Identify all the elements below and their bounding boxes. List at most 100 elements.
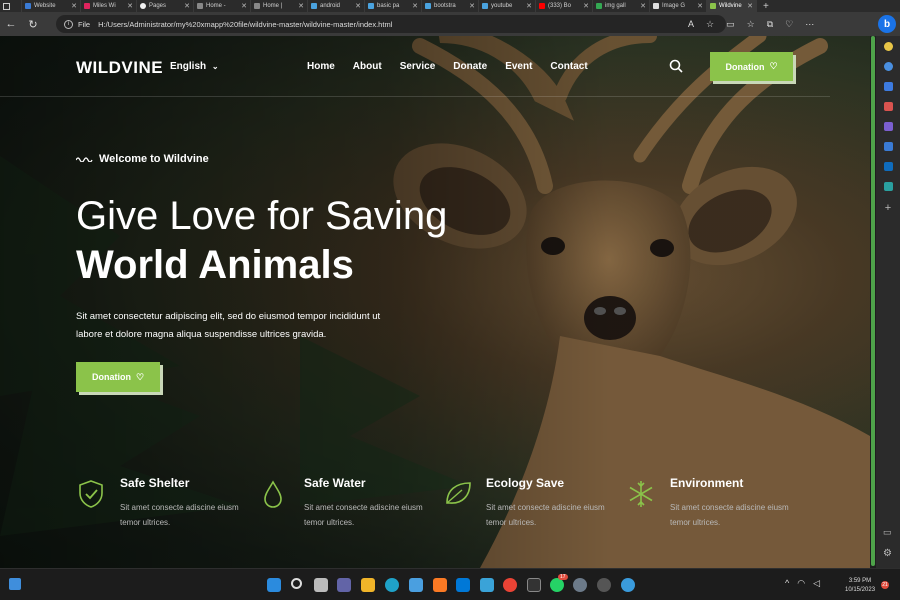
browser-tab[interactable]: (333) Bo ✕ <box>536 0 593 12</box>
close-icon[interactable]: ✕ <box>747 2 753 10</box>
store-icon[interactable] <box>409 578 423 592</box>
browser-tab[interactable]: android ✕ <box>308 0 365 12</box>
edge-icon[interactable] <box>385 578 399 592</box>
read-aloud-icon[interactable]: A <box>688 19 694 29</box>
teams-chat-icon[interactable] <box>337 578 351 592</box>
microsoft365-icon[interactable] <box>883 142 893 151</box>
browser-tab[interactable]: youtube ✕ <box>479 0 536 12</box>
volume-icon[interactable]: ◁ <box>813 578 820 589</box>
close-icon[interactable]: ✕ <box>184 2 190 10</box>
more-menu-icon[interactable]: ⋯ <box>805 19 814 30</box>
hero-donation-button[interactable]: Donation ♡ <box>76 362 160 392</box>
notification-badge[interactable]: 21 <box>881 581 889 589</box>
donation-label: Donation <box>725 61 765 72</box>
language-selector[interactable]: English ⌄ <box>170 61 219 72</box>
browser-tab[interactable]: Pages ✕ <box>137 0 194 12</box>
nav-service[interactable]: Service <box>400 61 436 72</box>
info-icon[interactable]: i <box>64 19 73 29</box>
chevron-up-icon[interactable]: ^ <box>785 578 789 589</box>
file-explorer-icon[interactable] <box>361 578 375 592</box>
github-desktop-icon[interactable] <box>597 578 611 592</box>
close-icon[interactable]: ✕ <box>469 2 475 10</box>
page-viewport: WILDVINE English ⌄ Home About Service Do… <box>0 36 870 568</box>
favorite-star-icon[interactable]: ☆ <box>706 19 714 30</box>
shopping-icon[interactable] <box>883 82 893 91</box>
search-icon[interactable] <box>669 59 683 73</box>
browser-tab[interactable]: bootstra ✕ <box>422 0 479 12</box>
nav-about[interactable]: About <box>353 61 382 72</box>
drop-icon[interactable] <box>883 182 893 191</box>
browser-essentials-icon[interactable]: ♡ <box>785 19 793 30</box>
close-icon[interactable]: ✕ <box>127 2 133 10</box>
header-divider <box>0 96 830 97</box>
nav-event[interactable]: Event <box>505 61 532 72</box>
close-icon[interactable]: ✕ <box>241 2 247 10</box>
close-icon[interactable]: ✕ <box>412 2 418 10</box>
tab-strip: Website ✕ Miles Wi ✕ Pages ✕ Home - ✕ Home |… <box>0 0 900 12</box>
remote-desktop-icon[interactable] <box>480 578 494 592</box>
close-icon[interactable]: ✕ <box>355 2 361 10</box>
nav-donate[interactable]: Donate <box>453 61 487 72</box>
task-view-icon[interactable] <box>314 578 328 592</box>
browser-tab[interactable]: img gall ✕ <box>593 0 650 12</box>
tools-icon[interactable] <box>883 102 893 111</box>
shield-check-icon <box>79 480 103 508</box>
settings-icon[interactable] <box>573 578 587 592</box>
wifi-icon[interactable]: ◠ <box>797 578 805 589</box>
back-icon[interactable]: ← <box>0 18 22 30</box>
widgets-icon[interactable] <box>9 578 21 590</box>
new-tab-icon[interactable]: + <box>763 1 769 12</box>
browser-tab[interactable]: Home | ✕ <box>251 0 308 12</box>
tab-favicon <box>311 3 317 9</box>
favorites-icon[interactable]: ☆ <box>747 19 755 30</box>
split-screen-icon[interactable]: ▭ <box>726 19 735 30</box>
close-icon[interactable]: ✕ <box>298 2 304 10</box>
close-icon[interactable]: ✕ <box>697 2 703 10</box>
add-icon[interactable]: + <box>885 202 891 214</box>
browser-tab[interactable]: Home - ✕ <box>194 0 251 12</box>
collections-icon[interactable]: ⧉ <box>767 19 773 30</box>
browser-tab[interactable]: Miles Wi ✕ <box>81 0 137 12</box>
tab-label: basic pa <box>377 3 400 9</box>
tab-label: Wildvine <box>719 3 742 9</box>
browser-tab[interactable]: Website ✕ <box>22 0 81 12</box>
tab-favicon <box>140 3 146 9</box>
browser-tab-active[interactable]: Wildvine ✕ <box>707 0 757 12</box>
whatsapp-icon[interactable] <box>550 578 564 592</box>
games-icon[interactable] <box>883 122 893 131</box>
feature-desc: Sit amet consecte adiscine eiusm temor u… <box>304 503 423 527</box>
close-icon[interactable]: ✕ <box>640 2 646 10</box>
browser-icon[interactable] <box>621 578 635 592</box>
close-icon[interactable]: ✕ <box>583 2 589 10</box>
url-field[interactable]: i File H:/Users/Administrator/my%20xmapp… <box>56 15 726 33</box>
chevron-down-icon: ⌄ <box>211 62 219 71</box>
notifications-icon[interactable] <box>883 42 893 51</box>
tab-favicon <box>25 3 31 9</box>
browser-tab[interactable]: basic pa ✕ <box>365 0 422 12</box>
outlook-icon[interactable] <box>883 162 893 171</box>
start-icon[interactable] <box>267 578 281 592</box>
header-donation-button[interactable]: Donation ♡ <box>710 52 793 81</box>
chrome-icon[interactable] <box>503 578 517 592</box>
search-icon[interactable] <box>883 62 893 71</box>
browser-tab[interactable]: Image G ✕ <box>650 0 707 12</box>
close-icon[interactable]: ✕ <box>71 2 77 10</box>
nav-home[interactable]: Home <box>307 61 335 72</box>
scrollbar-thumb[interactable] <box>871 36 875 566</box>
refresh-icon[interactable]: ↻ <box>22 18 44 31</box>
tab-favicon <box>482 3 488 9</box>
donation-label: Donation <box>91 372 131 382</box>
wave-icon <box>76 157 93 162</box>
nav-contact[interactable]: Contact <box>550 61 587 72</box>
clock[interactable]: 3:59 PM 10/15/2023 <box>845 577 875 595</box>
search-icon[interactable] <box>291 578 302 589</box>
terminal-icon[interactable] <box>527 578 541 592</box>
vscode-icon[interactable] <box>456 578 470 592</box>
close-icon[interactable]: ✕ <box>526 2 532 10</box>
sidebar-panel-icon[interactable]: ▭ <box>883 527 892 538</box>
tab-actions-button[interactable] <box>0 0 22 12</box>
xampp-icon[interactable] <box>433 578 447 592</box>
settings-icon[interactable]: ⚙ <box>883 548 892 559</box>
site-logo[interactable]: WILDVINE <box>76 58 163 78</box>
bing-copilot-icon[interactable]: b <box>878 15 896 33</box>
